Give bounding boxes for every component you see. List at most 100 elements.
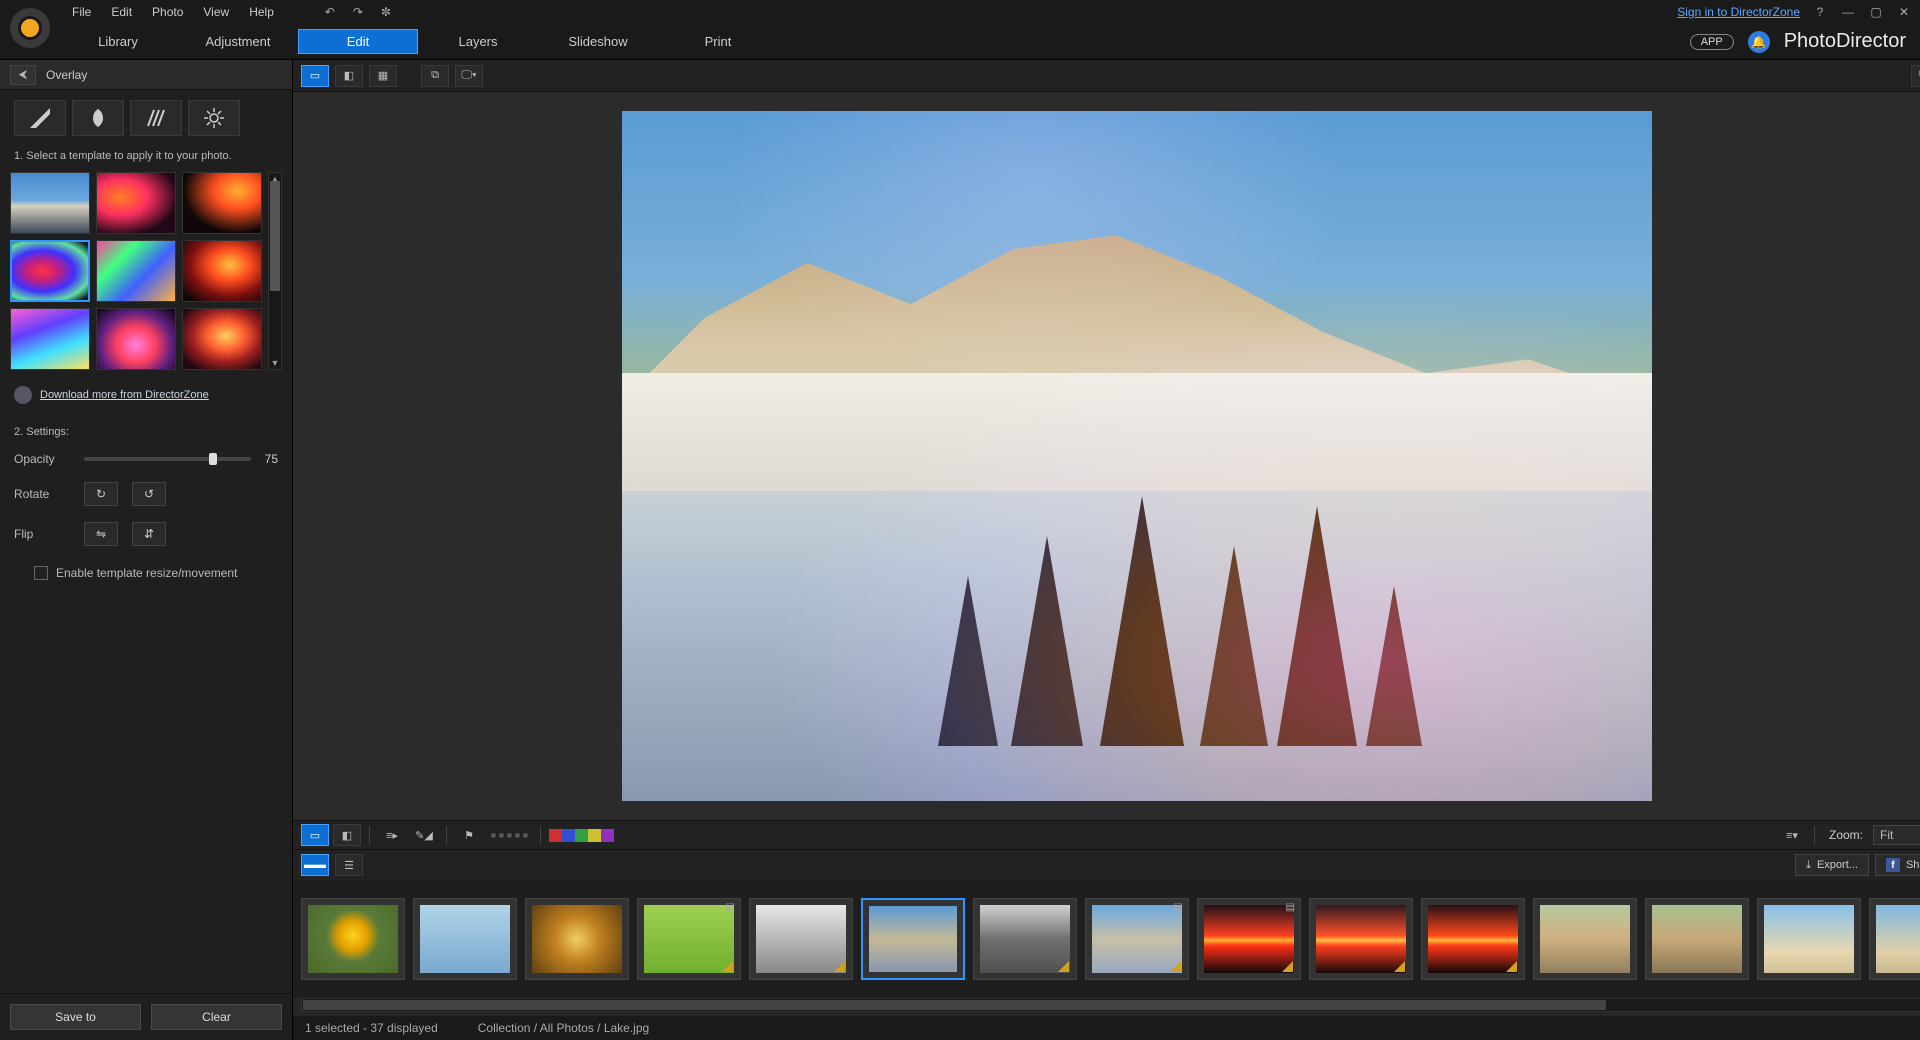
zoom-label: Zoom: (1829, 828, 1863, 842)
scroll-down-icon[interactable]: ▼ (269, 357, 281, 369)
filmstrip-mode-button[interactable]: ▬▬ (301, 854, 329, 876)
color-swatch-0[interactable] (549, 829, 562, 842)
template-6[interactable] (10, 308, 90, 370)
app-logo (10, 8, 50, 48)
template-7[interactable] (96, 308, 176, 370)
template-4[interactable] (96, 240, 176, 302)
filmstrip[interactable]: ▤▤▤ (293, 880, 1920, 998)
rating-dots[interactable] (491, 833, 528, 838)
thumbnail-5[interactable] (861, 898, 965, 980)
flip-vertical-button[interactable]: ⇵ (132, 522, 166, 546)
rotate-cw-button[interactable]: ↻ (84, 482, 118, 506)
tool-light-leak[interactable] (14, 100, 66, 136)
export-button[interactable]: ⤓ Export... (1795, 854, 1869, 876)
tab-layers[interactable]: Layers (418, 29, 538, 54)
undo-icon[interactable]: ↶ (322, 4, 338, 20)
back-button[interactable]: ⮜ (10, 65, 36, 85)
tool-lens-flare[interactable] (188, 100, 240, 136)
color-labels[interactable] (549, 829, 614, 842)
thumbnail-2[interactable] (525, 898, 629, 980)
tab-library[interactable]: Library (58, 29, 178, 54)
menu-view[interactable]: View (195, 3, 237, 21)
secondary-display-button[interactable]: ⧉ (421, 65, 449, 87)
minimize-icon[interactable]: — (1840, 4, 1856, 20)
tab-print[interactable]: Print (658, 29, 778, 54)
template-0[interactable] (10, 172, 90, 234)
thumbnail-14[interactable] (1869, 898, 1920, 980)
histogram-icon[interactable]: ≡▸ (378, 824, 406, 846)
view-grid-button[interactable]: ▦ (369, 65, 397, 87)
help-icon[interactable]: ? (1812, 4, 1828, 20)
maximize-icon[interactable]: ▢ (1868, 4, 1884, 20)
view-single-button[interactable]: ▭ (301, 65, 329, 87)
download-more-label: Download more from DirectorZone (40, 389, 209, 401)
tool-grunge[interactable] (72, 100, 124, 136)
sort-icon[interactable]: ≡▾ (1778, 824, 1806, 846)
menu-photo[interactable]: Photo (144, 3, 191, 21)
opacity-label: Opacity (14, 452, 70, 466)
signin-link[interactable]: Sign in to DirectorZone (1677, 5, 1800, 19)
export-label: Export... (1817, 859, 1858, 871)
tab-adjustment[interactable]: Adjustment (178, 29, 298, 54)
scroll-thumb[interactable] (270, 181, 280, 291)
list-mode-button[interactable]: ☰ (335, 854, 363, 876)
thumbnail-10[interactable] (1421, 898, 1525, 980)
tab-edit[interactable]: Edit (298, 29, 418, 54)
app-pill[interactable]: APP (1690, 34, 1734, 50)
thumbnail-3[interactable]: ▤ (637, 898, 741, 980)
settings-icon[interactable]: ✼ (378, 4, 394, 20)
thumbnail-13[interactable] (1757, 898, 1861, 980)
share-button[interactable]: f Share... ▾ (1875, 854, 1920, 876)
thumbnail-1[interactable] (413, 898, 517, 980)
thumbnail-12[interactable] (1645, 898, 1749, 980)
thumbnail-7[interactable]: ▤ (1085, 898, 1189, 980)
rotate-label: Rotate (14, 487, 70, 501)
flip-horizontal-button[interactable]: ⇋ (84, 522, 118, 546)
zoom-select[interactable]: Fit (1873, 825, 1920, 845)
template-grid (10, 172, 262, 370)
zoom-tool-button[interactable]: 🔍 (1911, 65, 1920, 87)
view-compare-button[interactable]: ◧ (335, 65, 363, 87)
template-2[interactable] (182, 172, 262, 234)
enable-resize-checkbox[interactable] (34, 566, 48, 580)
color-swatch-2[interactable] (575, 829, 588, 842)
template-8[interactable] (182, 308, 262, 370)
menu-help[interactable]: Help (241, 3, 282, 21)
before-after-single-button[interactable]: ▭ (301, 824, 329, 846)
menu-file[interactable]: File (64, 3, 99, 21)
template-5[interactable] (182, 240, 262, 302)
rotate-ccw-button[interactable]: ↺ (132, 482, 166, 506)
notification-icon[interactable]: 🔔 (1748, 31, 1770, 53)
download-more-link[interactable]: Download more from DirectorZone (0, 370, 292, 420)
display-mode-button[interactable]: 🖵▾ (455, 65, 483, 87)
template-3[interactable] (10, 240, 90, 302)
color-swatch-1[interactable] (562, 829, 575, 842)
flag-icon[interactable]: ⚑ (455, 824, 483, 846)
crop-icon[interactable]: ✎◢ (410, 824, 438, 846)
color-swatch-4[interactable] (601, 829, 614, 842)
opacity-slider[interactable] (84, 457, 251, 461)
thumbnail-4[interactable] (749, 898, 853, 980)
color-swatch-3[interactable] (588, 829, 601, 842)
facebook-icon: f (1886, 858, 1900, 872)
redo-icon[interactable]: ↷ (350, 4, 366, 20)
thumbnail-0[interactable] (301, 898, 405, 980)
thumbnail-9[interactable] (1309, 898, 1413, 980)
filmstrip-scrollbar[interactable] (301, 998, 1920, 1012)
save-to-button[interactable]: Save to (10, 1004, 141, 1030)
canvas[interactable] (293, 92, 1920, 820)
tool-scratch[interactable] (130, 100, 182, 136)
thumbnail-11[interactable] (1533, 898, 1637, 980)
enable-resize-label: Enable template resize/movement (56, 566, 237, 580)
template-scrollbar[interactable]: ▲ ▼ (268, 172, 282, 370)
clear-button[interactable]: Clear (151, 1004, 282, 1030)
close-icon[interactable]: ✕ (1896, 4, 1912, 20)
thumbnail-8[interactable]: ▤ (1197, 898, 1301, 980)
template-1[interactable] (96, 172, 176, 234)
before-after-split-button[interactable]: ◧ (333, 824, 361, 846)
tab-slideshow[interactable]: Slideshow (538, 29, 658, 54)
share-label: Share... (1906, 859, 1920, 871)
menu-edit[interactable]: Edit (103, 3, 140, 21)
thumbnail-6[interactable] (973, 898, 1077, 980)
module-tabs: LibraryAdjustmentEditLayersSlideshowPrin… (58, 29, 778, 54)
